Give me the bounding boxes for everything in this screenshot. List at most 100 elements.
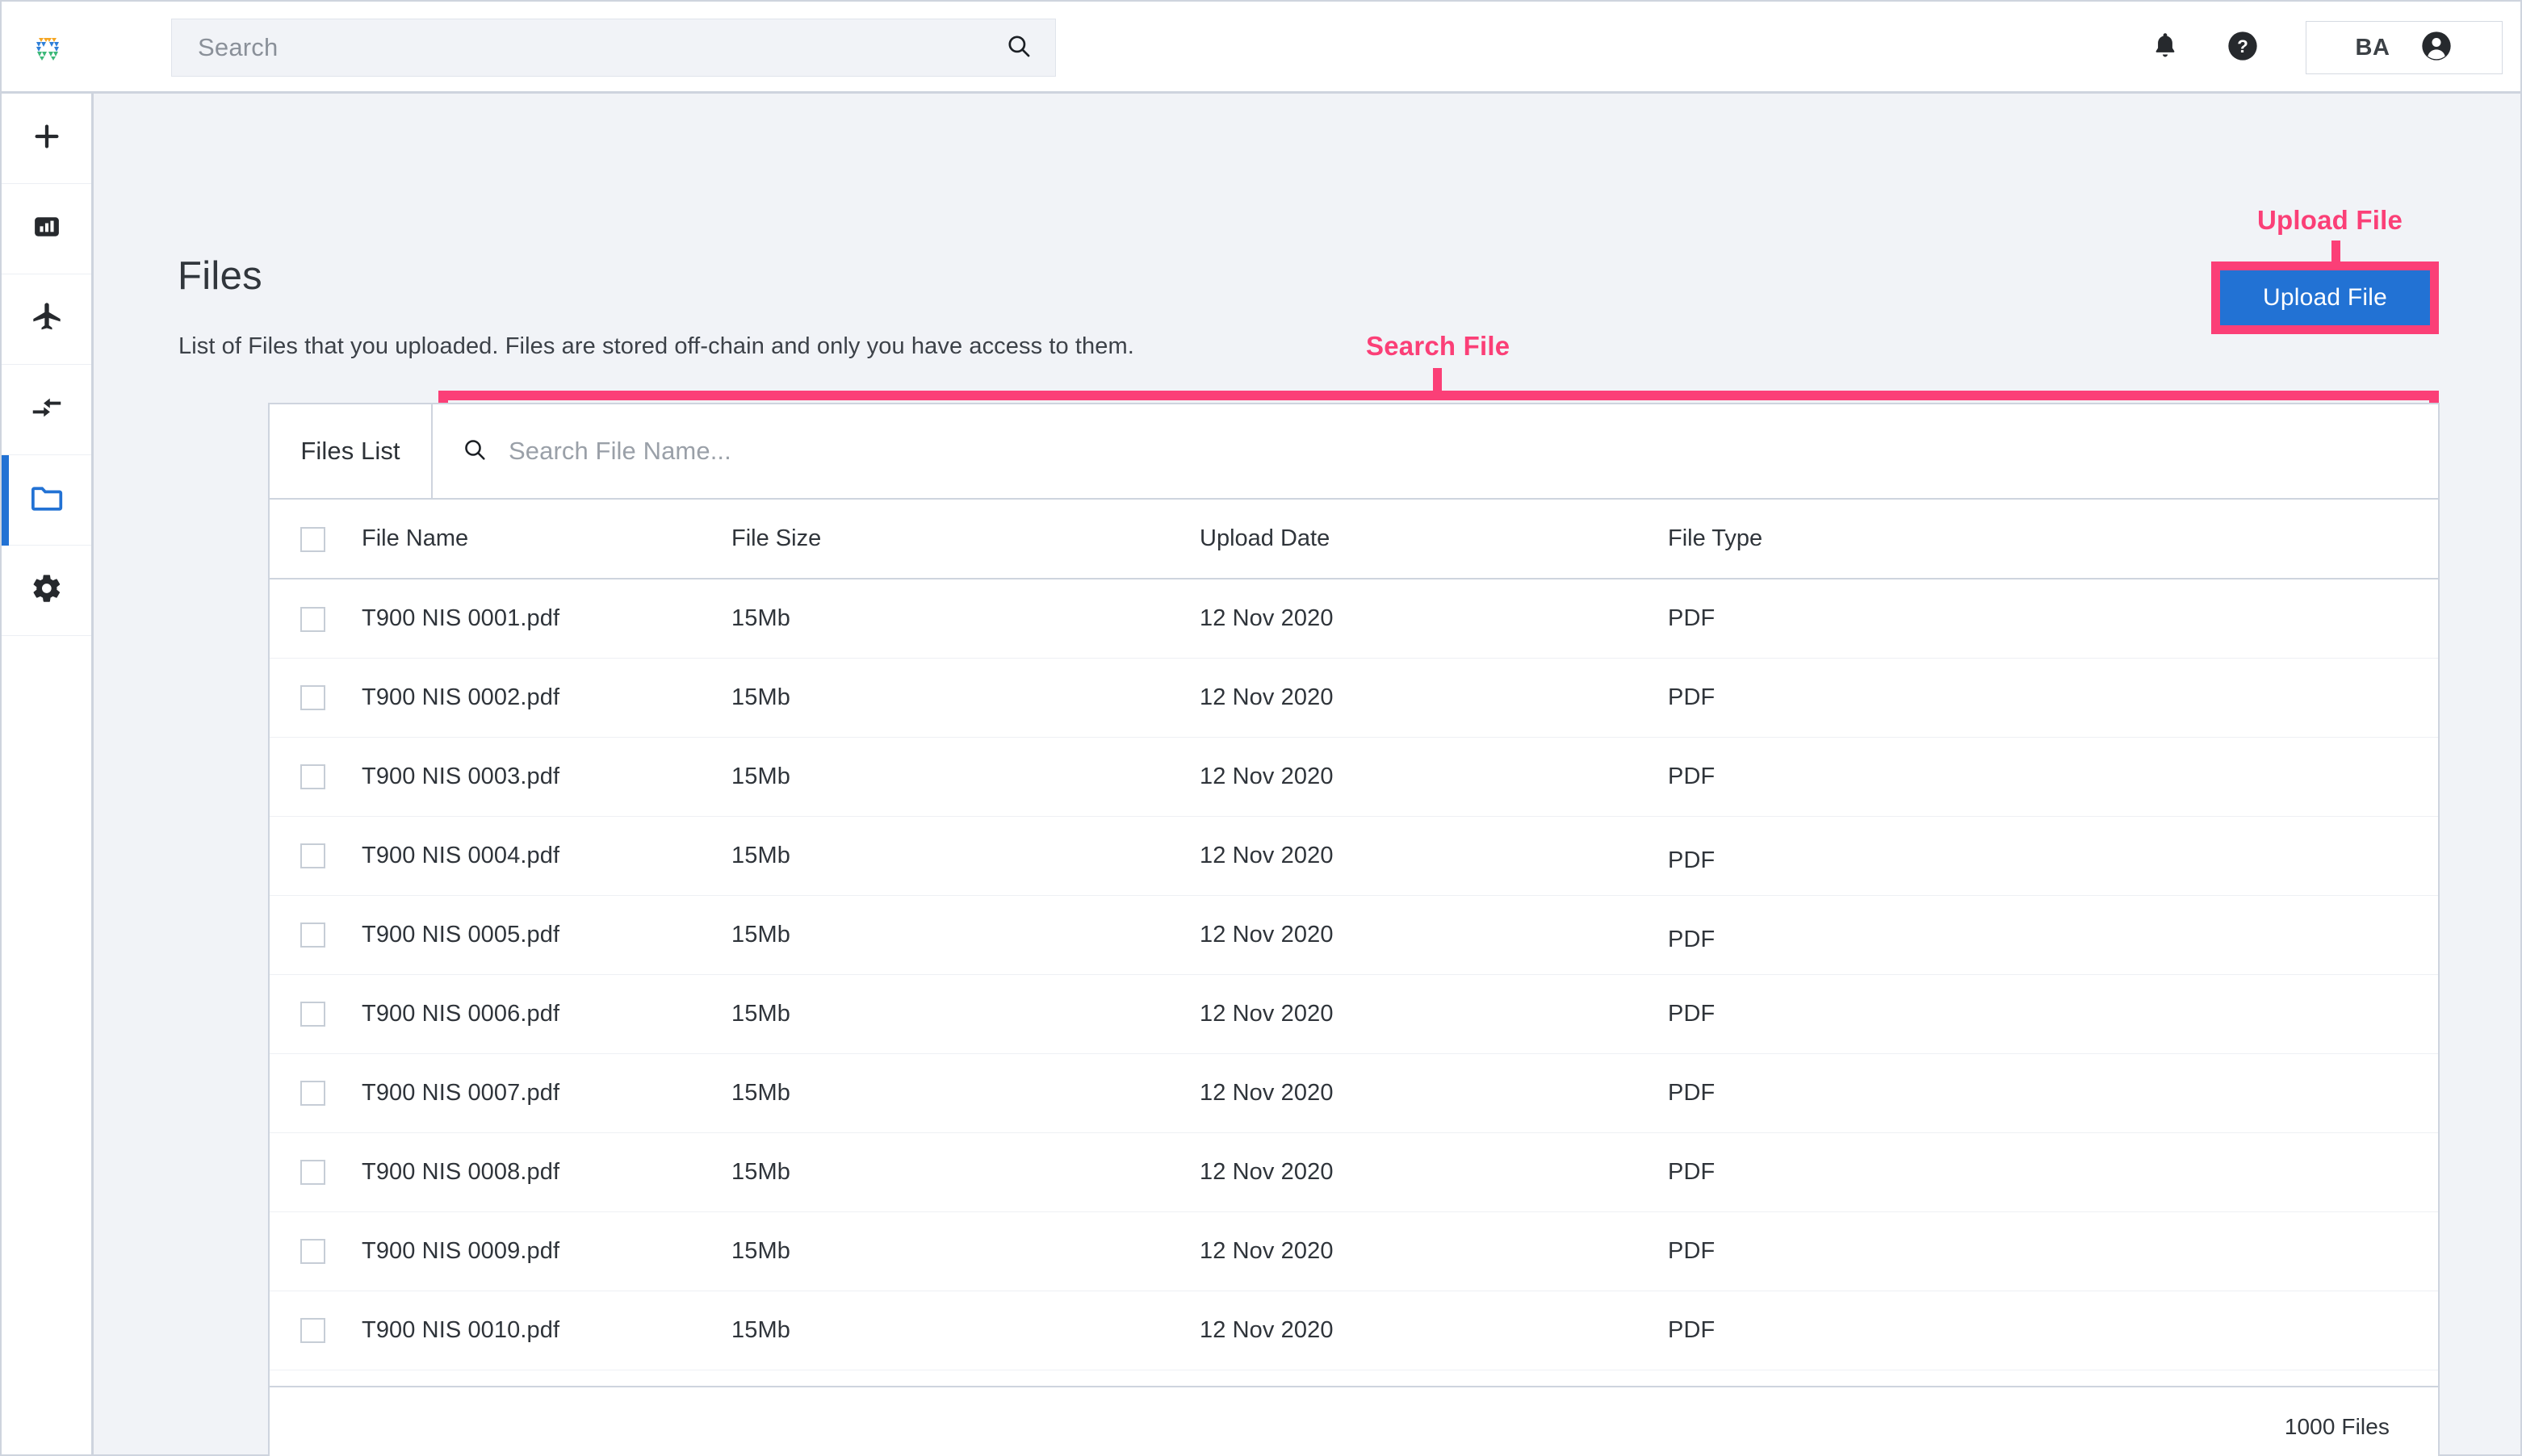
file-name-cell: T900 NIS 0006.pdf: [362, 1000, 560, 1027]
user-avatar-icon: [2420, 30, 2453, 66]
row-checkbox[interactable]: [300, 923, 325, 948]
file-name-cell: T900 NIS 0005.pdf: [362, 921, 560, 948]
file-search-input[interactable]: Search File Name...: [433, 404, 2438, 498]
search-file-annotation-label: Search File: [1366, 331, 1510, 361]
table-row[interactable]: T900 NIS 0006.pdf 15Mb 12 Nov 2020 PDF: [270, 974, 2438, 1053]
file-type-cell: PDF: [1668, 1158, 1716, 1185]
sidebar-item-settings[interactable]: [2, 546, 91, 636]
row-checkbox[interactable]: [300, 685, 325, 711]
row-select-cell: [270, 1291, 362, 1370]
upload-file-button[interactable]: Upload File: [2220, 270, 2430, 325]
files-card-header: Files List Search File Name...: [270, 404, 2438, 500]
row-checkbox[interactable]: [300, 1002, 325, 1027]
file-size-cell: 15Mb: [731, 605, 790, 631]
table-row[interactable]: T900 NIS 0003.pdf 15Mb 12 Nov 2020 PDF: [270, 737, 2438, 816]
sidebar-item-flights[interactable]: [2, 274, 91, 365]
file-size-cell: 15Mb: [731, 1158, 790, 1185]
row-select-cell: [270, 579, 362, 658]
row-select-cell: [270, 895, 362, 974]
global-search-placeholder: Search: [198, 33, 279, 61]
file-size-cell: 15Mb: [731, 1237, 790, 1264]
upload-file-annotation-label: Upload File: [2257, 205, 2403, 235]
account-menu[interactable]: BA: [2306, 21, 2503, 74]
table-row[interactable]: T900 NIS 0005.pdf 15Mb 12 Nov 2020 PDF: [270, 895, 2438, 974]
airplane-icon: [31, 301, 63, 337]
file-type-cell: PDF: [1668, 684, 1716, 710]
file-type-cell: PDF: [1668, 1237, 1716, 1264]
files-card-footer: 1000 Files: [270, 1386, 2438, 1456]
table-row[interactable]: T900 NIS 0009.pdf 15Mb 12 Nov 2020 PDF: [270, 1211, 2438, 1291]
row-checkbox[interactable]: [300, 1160, 325, 1186]
row-select-cell: [270, 658, 362, 737]
row-checkbox[interactable]: [300, 606, 325, 632]
file-name-cell: T900 NIS 0004.pdf: [362, 842, 560, 868]
sidebar-item-files[interactable]: [2, 455, 91, 546]
arrows-exchange-icon: [30, 393, 64, 426]
upload-date-cell: 12 Nov 2020: [1200, 842, 1334, 868]
row-select-cell: [270, 816, 362, 895]
help-circle-icon: ?: [2227, 30, 2259, 66]
row-checkbox[interactable]: [300, 843, 325, 869]
page-subtitle: List of Files that you uploaded. Files a…: [178, 333, 1134, 359]
top-bar-actions: ? BA: [2126, 2, 2503, 94]
row-checkbox[interactable]: [300, 1081, 325, 1107]
help-button[interactable]: ?: [2204, 2, 2281, 94]
file-type-cell: PDF: [1668, 847, 1716, 873]
files-table: File Name File Size Upload Date File Typ…: [270, 500, 2438, 1370]
file-name-cell: T900 NIS 0010.pdf: [362, 1316, 560, 1343]
app-logo-icon: [36, 37, 59, 61]
upload-date-cell: 12 Nov 2020: [1200, 763, 1334, 789]
table-row[interactable]: T900 NIS 0004.pdf 15Mb 12 Nov 2020 PDF: [270, 816, 2438, 895]
file-size-cell: 15Mb: [731, 842, 790, 868]
upload-date-cell: 12 Nov 2020: [1200, 1158, 1334, 1185]
files-table-header: File Name File Size Upload Date File Typ…: [270, 500, 2438, 579]
row-select-cell: [270, 1053, 362, 1132]
file-search-placeholder: Search File Name...: [509, 437, 731, 465]
row-checkbox[interactable]: [300, 764, 325, 790]
sidebar-item-add[interactable]: [2, 94, 91, 184]
column-header-upload-date[interactable]: Upload Date: [1200, 500, 1668, 579]
table-row[interactable]: T900 NIS 0007.pdf 15Mb 12 Nov 2020 PDF: [270, 1053, 2438, 1132]
file-size-cell: 15Mb: [731, 1000, 790, 1027]
file-size-cell: 15Mb: [731, 763, 790, 789]
table-row[interactable]: T900 NIS 0001.pdf 15Mb 12 Nov 2020 PDF: [270, 579, 2438, 658]
column-header-file-size[interactable]: File Size: [731, 500, 1200, 579]
upload-date-cell: 12 Nov 2020: [1200, 921, 1334, 948]
account-initials: BA: [2355, 34, 2390, 61]
file-size-cell: 15Mb: [731, 684, 790, 710]
page-title: Files: [178, 254, 262, 298]
row-checkbox[interactable]: [300, 1239, 325, 1265]
file-type-cell: PDF: [1668, 926, 1716, 952]
upload-date-cell: 12 Nov 2020: [1200, 1079, 1334, 1106]
row-checkbox[interactable]: [300, 1318, 325, 1344]
column-header-file-type[interactable]: File Type: [1668, 500, 2438, 579]
table-row[interactable]: T900 NIS 0008.pdf 15Mb 12 Nov 2020 PDF: [270, 1132, 2438, 1211]
file-name-cell: T900 NIS 0002.pdf: [362, 684, 560, 710]
upload-date-cell: 12 Nov 2020: [1200, 1237, 1334, 1264]
bar-chart-icon: [31, 211, 62, 246]
sidebar-item-analytics[interactable]: [2, 184, 91, 274]
search-icon[interactable]: [1005, 32, 1033, 64]
main-content: Files List of Files that you uploaded. F…: [94, 94, 2520, 1456]
select-all-checkbox[interactable]: [300, 526, 325, 552]
sidebar-item-transfers[interactable]: [2, 365, 91, 455]
row-select-cell: [270, 737, 362, 816]
column-header-file-name[interactable]: File Name: [362, 500, 731, 579]
table-row[interactable]: T900 NIS 0010.pdf 15Mb 12 Nov 2020 PDF: [270, 1291, 2438, 1370]
notifications-button[interactable]: [2126, 2, 2204, 94]
file-type-cell: PDF: [1668, 1079, 1716, 1106]
global-search-input[interactable]: Search: [171, 19, 1056, 77]
table-header-row: File Name File Size Upload Date File Typ…: [270, 500, 2438, 579]
file-name-cell: T900 NIS 0007.pdf: [362, 1079, 560, 1106]
file-size-cell: 15Mb: [731, 1316, 790, 1343]
table-row[interactable]: T900 NIS 0002.pdf 15Mb 12 Nov 2020 PDF: [270, 658, 2438, 737]
app-window: Search ? BA Files List of Files that you…: [0, 0, 2522, 1456]
files-card: Files List Search File Name... File Name…: [268, 403, 2440, 1456]
app-logo[interactable]: [2, 1, 94, 93]
search-file-annotation-bar: [438, 391, 2439, 400]
file-type-cell: PDF: [1668, 1000, 1716, 1027]
gear-icon: [31, 572, 63, 609]
tab-files-list[interactable]: Files List: [270, 404, 433, 498]
file-size-cell: 15Mb: [731, 1079, 790, 1106]
bell-icon: [2151, 31, 2180, 65]
